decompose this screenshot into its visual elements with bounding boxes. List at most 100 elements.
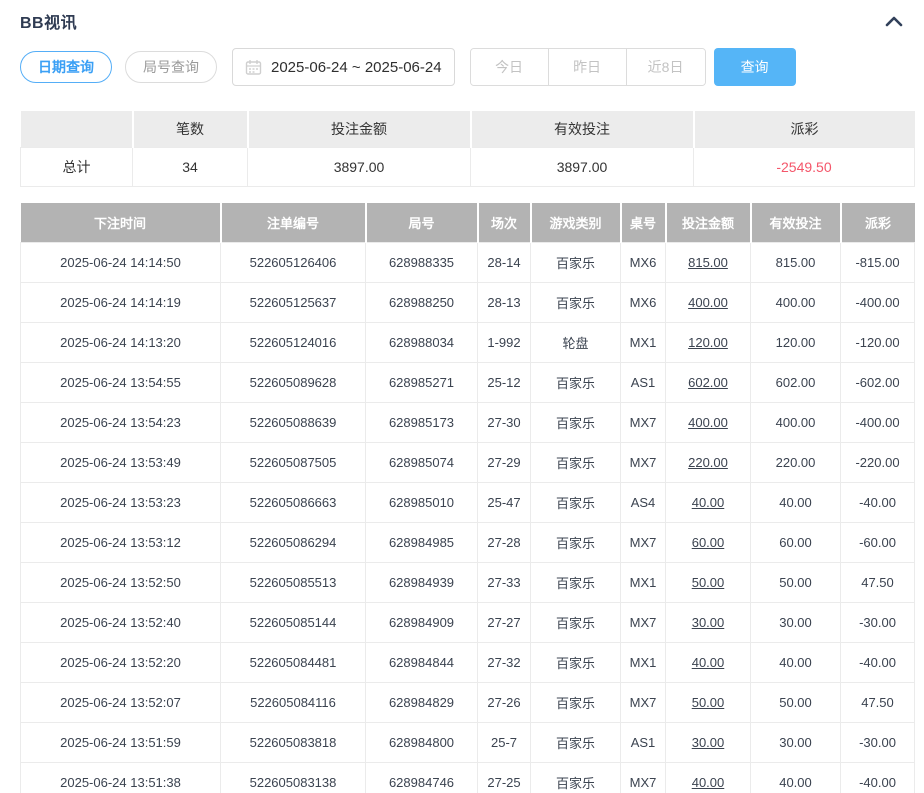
bet-amount-link[interactable]: 120.00 bbox=[666, 323, 751, 363]
cell-bet-id: 522605085144 bbox=[221, 603, 366, 643]
col-header-bet-id: 注单编号 bbox=[221, 203, 366, 243]
cell-game-type: 百家乐 bbox=[531, 523, 621, 563]
calendar-icon bbox=[245, 59, 262, 76]
cell-game-type: 百家乐 bbox=[531, 403, 621, 443]
bet-amount-link[interactable]: 60.00 bbox=[666, 523, 751, 563]
table-row: 2025-06-24 13:52:20522605084481628984844… bbox=[21, 643, 915, 683]
quick-date-button-group: 今日 昨日 近8日 bbox=[470, 48, 706, 86]
cell-bet-time: 2025-06-24 13:54:55 bbox=[21, 363, 221, 403]
bet-amount-link[interactable]: 30.00 bbox=[666, 723, 751, 763]
cell-bet-id: 522605086294 bbox=[221, 523, 366, 563]
summary-col-header: 有效投注 bbox=[471, 111, 694, 147]
cell-round-id: 628984746 bbox=[366, 763, 478, 793]
cell-bet-id: 522605088639 bbox=[221, 403, 366, 443]
cell-table-id: MX7 bbox=[621, 403, 666, 443]
bet-amount-link[interactable]: 602.00 bbox=[666, 363, 751, 403]
cell-game-type: 百家乐 bbox=[531, 723, 621, 763]
table-row: 2025-06-24 14:14:50522605126406628988335… bbox=[21, 243, 915, 283]
cell-table-id: AS4 bbox=[621, 483, 666, 523]
col-header-session: 场次 bbox=[478, 203, 531, 243]
table-row: 2025-06-24 13:52:50522605085513628984939… bbox=[21, 563, 915, 603]
summary-header-row: 笔数投注金额有效投注派彩 bbox=[21, 111, 915, 147]
table-row: 2025-06-24 13:51:38522605083138628984746… bbox=[21, 763, 915, 793]
cell-game-type: 百家乐 bbox=[531, 603, 621, 643]
date-range-input[interactable]: 2025-06-24 ~ 2025-06-24 bbox=[232, 48, 455, 86]
cell-round-id: 628985010 bbox=[366, 483, 478, 523]
summary-table: 笔数投注金额有效投注派彩 总计343897.003897.00-2549.50 bbox=[20, 111, 915, 187]
cell-game-type: 百家乐 bbox=[531, 443, 621, 483]
table-row: 2025-06-24 13:53:12522605086294628984985… bbox=[21, 523, 915, 563]
summary-value: 3897.00 bbox=[471, 147, 694, 186]
search-button[interactable]: 查询 bbox=[714, 48, 796, 86]
cell-table-id: MX1 bbox=[621, 323, 666, 363]
cell-payout: -400.00 bbox=[841, 403, 915, 443]
cell-round-id: 628985074 bbox=[366, 443, 478, 483]
cell-valid-bet: 30.00 bbox=[751, 723, 841, 763]
cell-table-id: MX7 bbox=[621, 443, 666, 483]
cell-table-id: MX7 bbox=[621, 763, 666, 793]
cell-bet-time: 2025-06-24 13:52:20 bbox=[21, 643, 221, 683]
summary-value: -2549.50 bbox=[694, 147, 915, 186]
bet-amount-link[interactable]: 40.00 bbox=[666, 763, 751, 793]
cell-session: 28-13 bbox=[478, 283, 531, 323]
cell-round-id: 628984985 bbox=[366, 523, 478, 563]
bet-amount-link[interactable]: 40.00 bbox=[666, 483, 751, 523]
bet-amount-link[interactable]: 400.00 bbox=[666, 403, 751, 443]
bet-amount-link[interactable]: 50.00 bbox=[666, 683, 751, 723]
last-8-days-button[interactable]: 近8日 bbox=[627, 49, 705, 85]
cell-game-type: 百家乐 bbox=[531, 643, 621, 683]
col-header-bet-amount: 投注金额 bbox=[666, 203, 751, 243]
cell-table-id: AS1 bbox=[621, 723, 666, 763]
cell-table-id: MX7 bbox=[621, 683, 666, 723]
cell-session: 27-25 bbox=[478, 763, 531, 793]
bet-amount-link[interactable]: 400.00 bbox=[666, 283, 751, 323]
cell-round-id: 628985271 bbox=[366, 363, 478, 403]
col-header-payout: 派彩 bbox=[841, 203, 915, 243]
cell-round-id: 628988335 bbox=[366, 243, 478, 283]
cell-payout: -120.00 bbox=[841, 323, 915, 363]
cell-round-id: 628984800 bbox=[366, 723, 478, 763]
cell-bet-id: 522605124016 bbox=[221, 323, 366, 363]
cell-bet-time: 2025-06-24 14:14:50 bbox=[21, 243, 221, 283]
cell-table-id: MX7 bbox=[621, 523, 666, 563]
bet-amount-link[interactable]: 30.00 bbox=[666, 603, 751, 643]
bet-amount-link[interactable]: 220.00 bbox=[666, 443, 751, 483]
cell-valid-bet: 400.00 bbox=[751, 283, 841, 323]
cell-valid-bet: 220.00 bbox=[751, 443, 841, 483]
cell-valid-bet: 40.00 bbox=[751, 763, 841, 793]
bet-amount-link[interactable]: 40.00 bbox=[666, 643, 751, 683]
cell-bet-time: 2025-06-24 13:54:23 bbox=[21, 403, 221, 443]
cell-round-id: 628984844 bbox=[366, 643, 478, 683]
cell-bet-id: 522605125637 bbox=[221, 283, 366, 323]
records-header-row: 下注时间注单编号局号场次游戏类别桌号投注金额有效投注派彩 bbox=[21, 203, 915, 243]
panel-header: BB视讯 bbox=[20, 0, 904, 32]
cell-bet-time: 2025-06-24 14:14:19 bbox=[21, 283, 221, 323]
collapse-chevron-icon[interactable] bbox=[884, 14, 904, 28]
round-query-tab[interactable]: 局号查询 bbox=[125, 51, 217, 83]
today-button[interactable]: 今日 bbox=[471, 49, 549, 85]
table-row: 2025-06-24 14:13:20522605124016628988034… bbox=[21, 323, 915, 363]
cell-session: 28-14 bbox=[478, 243, 531, 283]
date-query-tab[interactable]: 日期查询 bbox=[20, 51, 112, 83]
cell-game-type: 百家乐 bbox=[531, 363, 621, 403]
cell-bet-id: 522605083818 bbox=[221, 723, 366, 763]
cell-game-type: 百家乐 bbox=[531, 243, 621, 283]
cell-session: 25-12 bbox=[478, 363, 531, 403]
cell-game-type: 百家乐 bbox=[531, 283, 621, 323]
bet-amount-link[interactable]: 50.00 bbox=[666, 563, 751, 603]
cell-round-id: 628988034 bbox=[366, 323, 478, 363]
cell-table-id: MX7 bbox=[621, 603, 666, 643]
table-row: 2025-06-24 13:54:23522605088639628985173… bbox=[21, 403, 915, 443]
cell-bet-time: 2025-06-24 13:52:07 bbox=[21, 683, 221, 723]
bet-amount-link[interactable]: 815.00 bbox=[666, 243, 751, 283]
table-row: 2025-06-24 13:54:55522605089628628985271… bbox=[21, 363, 915, 403]
date-range-value: 2025-06-24 ~ 2025-06-24 bbox=[271, 59, 442, 76]
yesterday-button[interactable]: 昨日 bbox=[549, 49, 627, 85]
cell-valid-bet: 40.00 bbox=[751, 643, 841, 683]
cell-table-id: MX1 bbox=[621, 563, 666, 603]
cell-payout: -602.00 bbox=[841, 363, 915, 403]
cell-bet-id: 522605084116 bbox=[221, 683, 366, 723]
cell-session: 27-32 bbox=[478, 643, 531, 683]
cell-game-type: 轮盘 bbox=[531, 323, 621, 363]
cell-bet-time: 2025-06-24 13:51:38 bbox=[21, 763, 221, 793]
